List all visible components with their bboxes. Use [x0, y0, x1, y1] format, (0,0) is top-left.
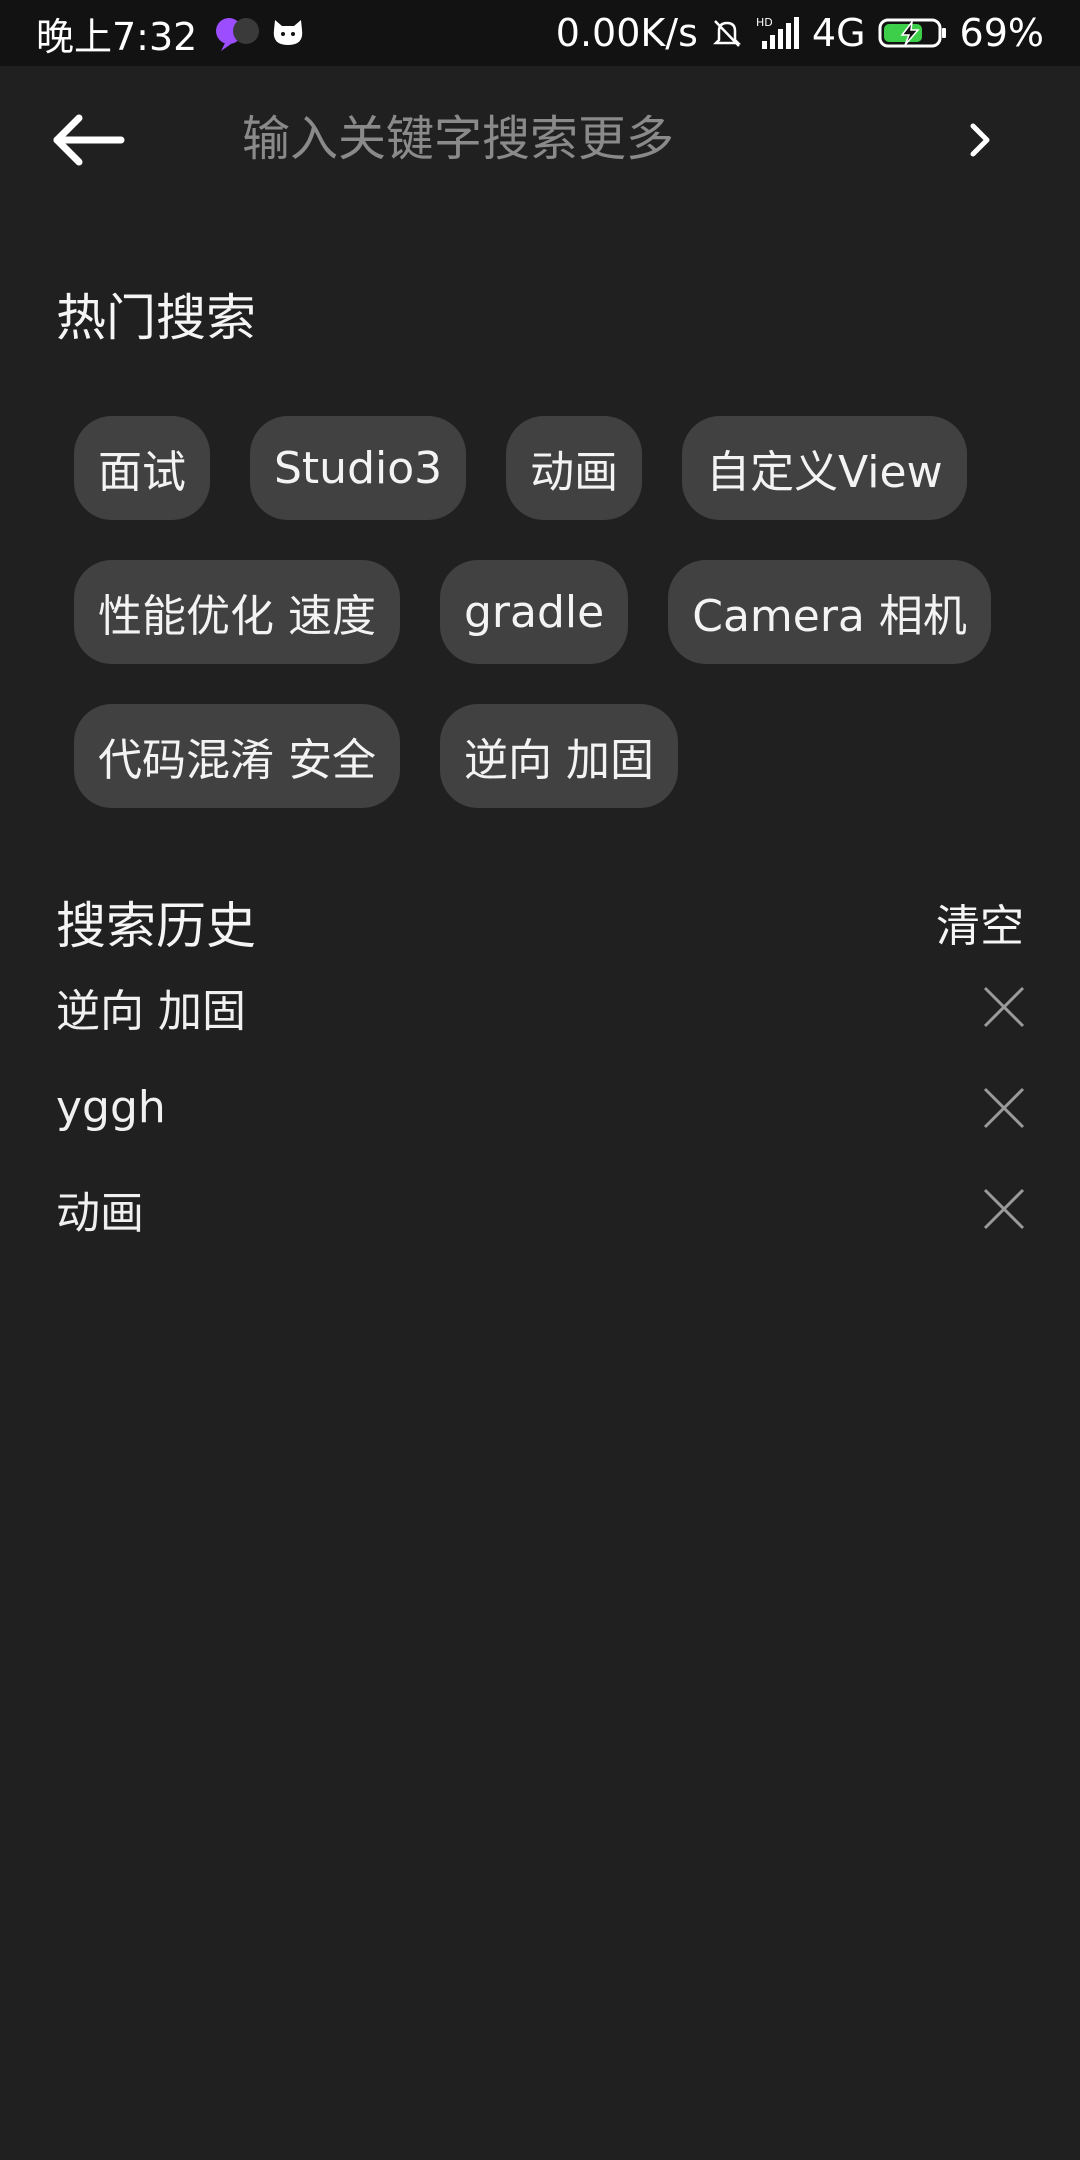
- hot-search-tags: 面试 Studio3 动画 自定义View 性能优化 速度 gradle Cam…: [74, 416, 1034, 808]
- search-history-list: 逆向 加固 yggh 动画: [0, 956, 1080, 1259]
- search-history-title: 搜索历史: [56, 897, 256, 955]
- history-item[interactable]: 逆向 加固: [0, 956, 1080, 1057]
- hot-tag[interactable]: 自定义View: [682, 416, 967, 520]
- mute-bell-icon: [710, 16, 744, 50]
- status-bar: 晚上7:32 0.00K/s HD 4G 69%: [0, 0, 1080, 66]
- close-icon: [983, 1087, 1025, 1128]
- search-input[interactable]: [240, 104, 920, 174]
- hot-tag[interactable]: 逆向 加固: [440, 704, 678, 808]
- hot-tag[interactable]: 性能优化 速度: [74, 560, 400, 664]
- battery-percent: 69%: [959, 11, 1044, 55]
- history-item[interactable]: 动画: [0, 1158, 1080, 1259]
- delete-history-button[interactable]: [976, 1181, 1032, 1237]
- search-header: [0, 66, 1080, 218]
- charging-battery-icon: [878, 16, 948, 50]
- hot-tag[interactable]: 动画: [506, 416, 643, 520]
- close-icon: [983, 1188, 1025, 1229]
- delete-history-button[interactable]: [976, 979, 1032, 1035]
- history-item-label: yggh: [56, 1082, 166, 1133]
- status-bar-left: 晚上7:32: [36, 6, 305, 61]
- chevron-right-icon: [970, 123, 990, 157]
- hot-search-title: 热门搜索: [56, 289, 256, 347]
- status-bar-right: 0.00K/s HD 4G 69%: [556, 11, 1044, 55]
- close-icon: [983, 986, 1025, 1027]
- svg-text:HD: HD: [756, 16, 773, 29]
- network-type: 4G: [811, 11, 866, 55]
- history-item-label: 动画: [56, 1187, 144, 1239]
- hot-tag[interactable]: 代码混淆 安全: [74, 704, 400, 808]
- search-submit-button[interactable]: [960, 110, 1002, 170]
- notification-icons: [215, 13, 305, 53]
- meng-hi-app-icon: [215, 13, 261, 53]
- history-item[interactable]: yggh: [0, 1057, 1080, 1158]
- hot-tag[interactable]: Studio3: [250, 416, 467, 520]
- status-time: 晚上7:32: [36, 14, 198, 59]
- hot-tag[interactable]: 面试: [74, 416, 210, 520]
- arrow-left-icon: [53, 114, 125, 166]
- net-speed: 0.00K/s: [555, 11, 698, 55]
- hot-tag[interactable]: Camera 相机: [668, 560, 991, 664]
- clear-history-button[interactable]: 清空: [936, 890, 1024, 954]
- hd-signal-icon: HD: [756, 15, 800, 51]
- cat-app-icon: [271, 18, 305, 48]
- hot-tag[interactable]: gradle: [440, 560, 629, 664]
- history-item-label: 逆向 加固: [56, 985, 246, 1037]
- back-button[interactable]: [48, 110, 128, 170]
- delete-history-button[interactable]: [976, 1080, 1032, 1136]
